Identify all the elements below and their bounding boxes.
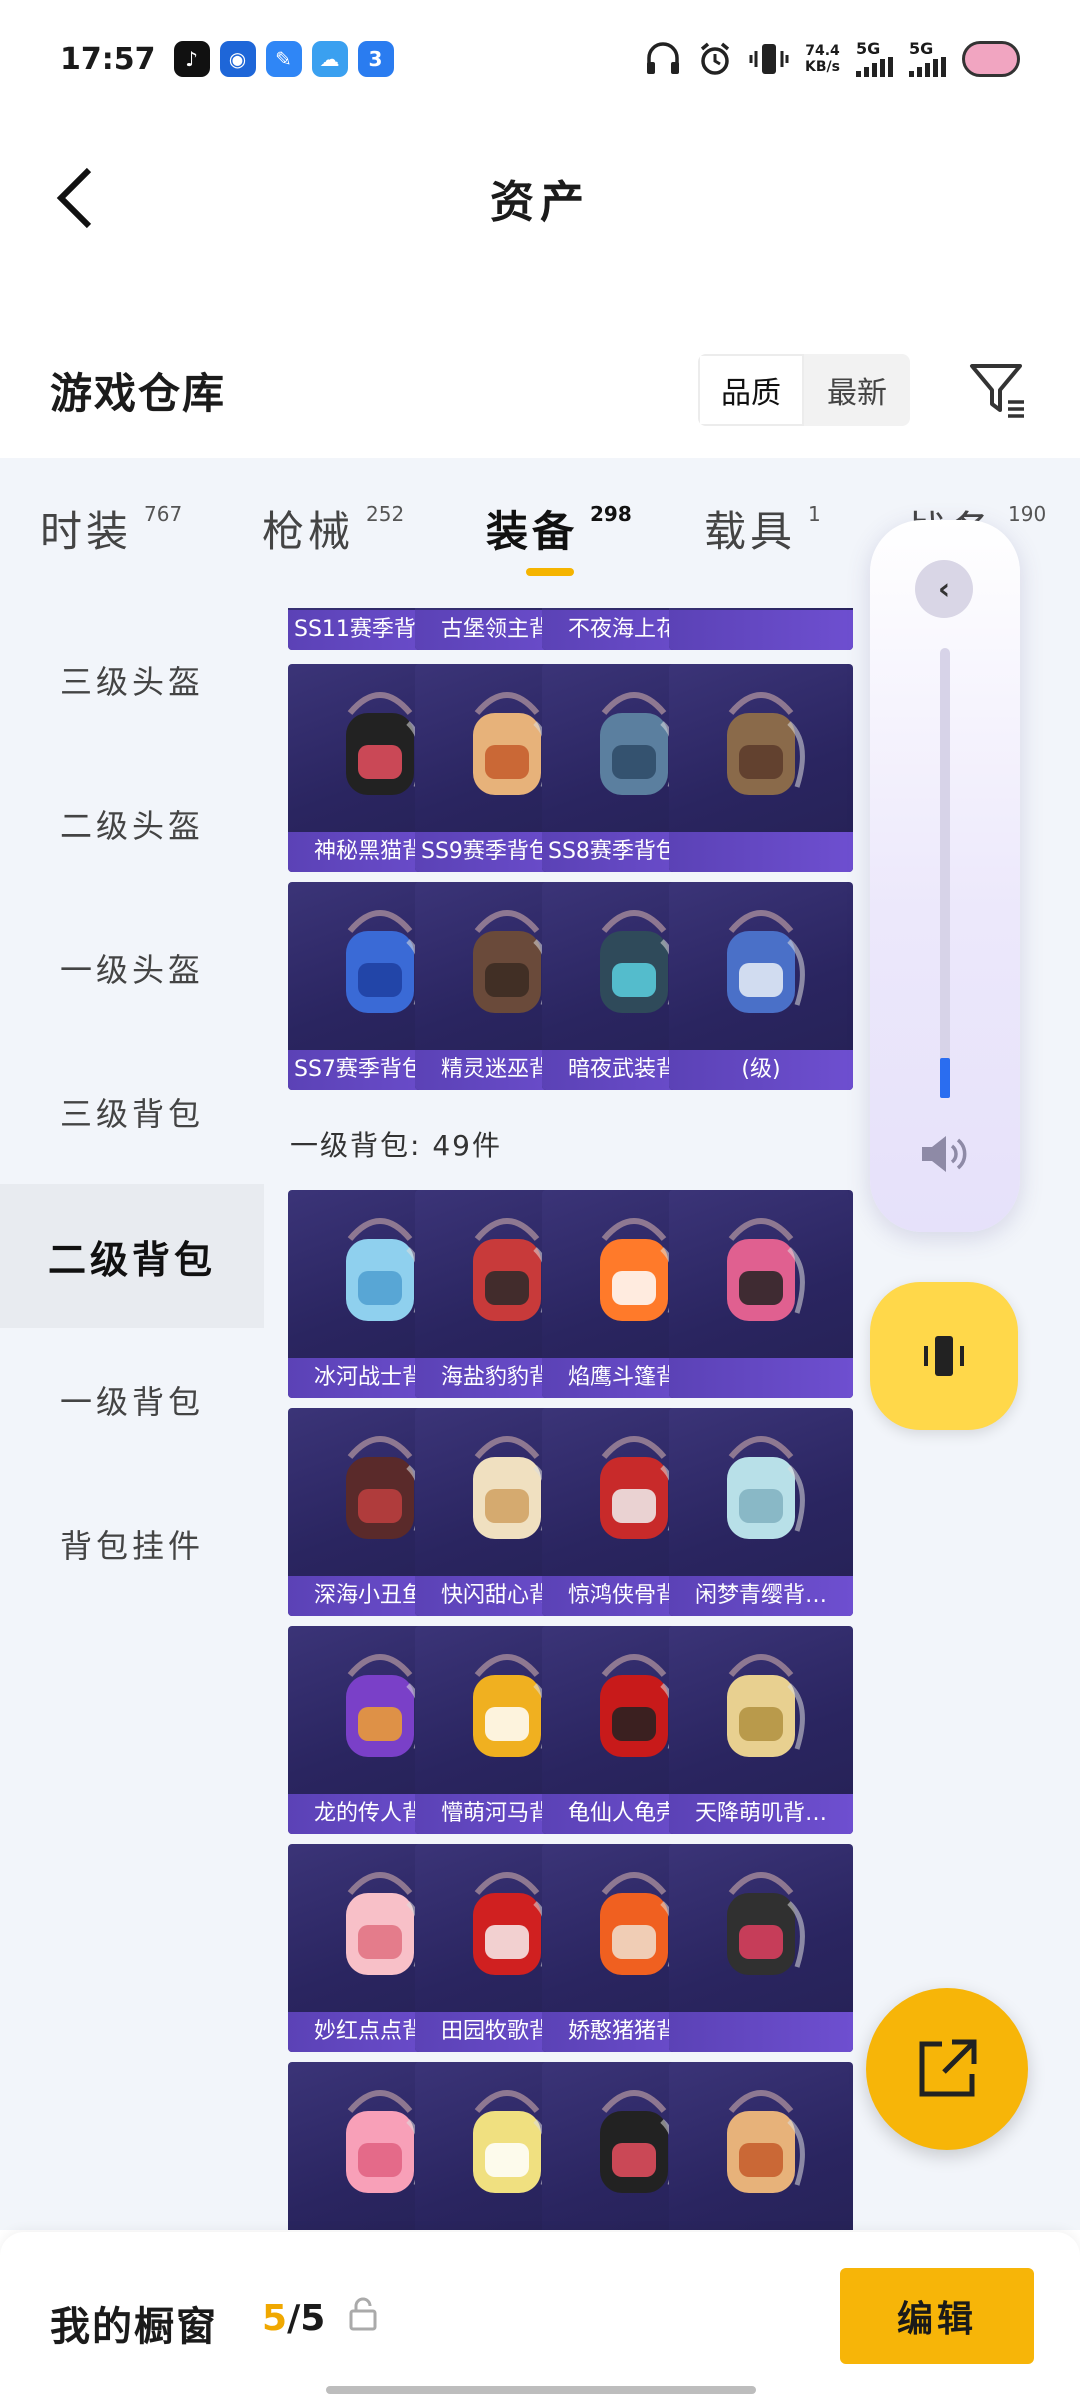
robot-app-icon: ◉ xyxy=(219,41,256,77)
lock-icon xyxy=(348,2296,378,2336)
tab-label: 载具 xyxy=(704,507,797,556)
item-name: (级) xyxy=(669,1050,853,1090)
backpack-image xyxy=(669,2062,853,2230)
backpack-image xyxy=(669,1626,853,1794)
showcase-label: 我的橱窗 xyxy=(50,2304,218,2350)
vibrate-toggle-button[interactable] xyxy=(870,1282,1018,1430)
tab-count: 252 xyxy=(366,502,405,526)
back-button[interactable] xyxy=(40,158,110,238)
item-card[interactable] xyxy=(669,608,853,650)
share-icon xyxy=(919,2039,977,2097)
showcase-total: /5 xyxy=(287,2298,326,2339)
item-name xyxy=(669,1358,853,1398)
headphones-icon xyxy=(647,42,680,74)
speaker-icon[interactable] xyxy=(918,1132,972,1180)
sim1-label: 5G xyxy=(856,39,881,58)
item-name xyxy=(669,610,853,650)
volume-slider[interactable] xyxy=(940,648,950,1098)
showcase-bar: 我的橱窗 5/5 编辑 xyxy=(0,2232,1080,2400)
tab-count: 298 xyxy=(590,502,632,526)
net-speed-value: 74.4 xyxy=(805,43,840,59)
tab-vehicles[interactable]: 载具 1 xyxy=(704,498,821,559)
sidebar-item-backpack-lv3[interactable]: 三级背包 xyxy=(0,1040,264,1184)
item-card[interactable] xyxy=(669,1190,853,1398)
filter-button[interactable] xyxy=(966,358,1030,422)
net-speed-unit: KB/s xyxy=(805,59,840,75)
alarm-icon xyxy=(700,42,730,75)
tab-count: 767 xyxy=(144,502,183,526)
item-card[interactable]: 闲梦青缨背… xyxy=(669,1408,853,1616)
backpack-image xyxy=(669,1408,853,1576)
item-card[interactable]: (级) xyxy=(669,882,853,1090)
tiktok-icon: ♪ xyxy=(173,41,210,77)
item-card[interactable]: 天降萌叽背… xyxy=(669,1626,853,1834)
volume-level xyxy=(940,1057,950,1098)
signal-bars-icon xyxy=(856,57,893,77)
subcategory-sidebar: 三级头盔 二级头盔 一级头盔 三级背包 二级背包 一级背包 背包挂件 xyxy=(0,608,264,2230)
sort-toggle: 品质 最新 xyxy=(698,354,910,426)
sort-quality-button[interactable]: 品质 xyxy=(698,354,804,426)
backpack-image xyxy=(669,1190,853,1358)
showcase-count: 5/5 xyxy=(262,2298,325,2339)
feather-app-icon: ✎ xyxy=(265,41,302,77)
hotspot-app-icon: 3 xyxy=(357,41,394,77)
backpack-image xyxy=(669,1844,853,2012)
sidebar-item-backpack-charm[interactable]: 背包挂件 xyxy=(0,1472,264,1616)
chevron-left-icon xyxy=(56,167,92,229)
sidebar-item-helmet-lv1[interactable]: 一级头盔 xyxy=(0,896,264,1040)
item-name: 天降萌叽背… xyxy=(669,1794,853,1834)
sim2-signal: 5G xyxy=(909,41,946,77)
status-time: 17:57 xyxy=(60,41,156,77)
net-speed: 74.4 KB/s xyxy=(805,43,840,75)
section-heading: 一级背包: 49件 xyxy=(290,1129,502,1162)
item-card[interactable] xyxy=(669,664,853,872)
page-title: 资产 xyxy=(490,177,590,228)
tab-fashion[interactable]: 时装 767 xyxy=(40,498,182,559)
filter-icon xyxy=(970,364,1024,418)
showcase-used: 5 xyxy=(262,2298,288,2339)
volume-collapse-button[interactable]: ‹ xyxy=(915,560,973,618)
chevron-left-icon: ‹ xyxy=(937,571,951,607)
tab-count: 190 xyxy=(1008,502,1047,526)
sidebar-item-helmet-lv2[interactable]: 二级头盔 xyxy=(0,752,264,896)
item-card[interactable] xyxy=(669,2062,853,2230)
active-tab-indicator xyxy=(526,568,574,576)
volume-panel: ‹ xyxy=(870,520,1020,1232)
warehouse-title: 游戏仓库 xyxy=(50,368,227,418)
tab-label: 枪械 xyxy=(262,507,355,556)
vibrate-status-icon xyxy=(749,44,789,74)
backpack-image xyxy=(669,664,853,832)
sidebar-item-backpack-lv1[interactable]: 一级背包 xyxy=(0,1328,264,1472)
item-name xyxy=(669,2012,853,2052)
edit-button[interactable]: 编辑 xyxy=(840,2268,1034,2364)
sort-newest-button[interactable]: 最新 xyxy=(804,354,910,426)
page-header: 资产 xyxy=(0,118,1080,278)
tab-label: 时装 xyxy=(40,507,133,556)
warehouse-header: 游戏仓库 品质 最新 xyxy=(0,330,1080,450)
item-card[interactable] xyxy=(669,1844,853,2052)
signal-bars-icon xyxy=(909,57,946,77)
tab-label: 装备 xyxy=(486,507,579,556)
sim1-signal: 5G xyxy=(856,41,893,77)
tab-equipment[interactable]: 装备 298 xyxy=(486,498,632,559)
tab-firearms[interactable]: 枪械 252 xyxy=(262,498,404,559)
item-name: 闲梦青缨背… xyxy=(669,1576,853,1616)
share-button[interactable] xyxy=(866,1988,1028,2150)
backpack-image xyxy=(669,882,853,1050)
tab-count: 1 xyxy=(808,502,821,526)
status-bar: 17:57 ♪ ◉ ✎ ☁ 3 74.4 KB/s 5G 5G xyxy=(0,0,1080,118)
sim2-label: 5G xyxy=(909,39,934,58)
sidebar-item-helmet-lv3[interactable]: 三级头盔 xyxy=(0,608,264,752)
item-name xyxy=(669,832,853,872)
home-indicator[interactable] xyxy=(326,2386,756,2394)
vibrate-icon xyxy=(924,1336,964,1376)
notification-icons: ♪ ◉ ✎ ☁ 3 xyxy=(173,41,394,77)
battery-icon xyxy=(962,41,1020,77)
cloud-app-icon: ☁ xyxy=(311,41,348,77)
sidebar-item-backpack-lv2[interactable]: 二级背包 xyxy=(0,1184,264,1328)
